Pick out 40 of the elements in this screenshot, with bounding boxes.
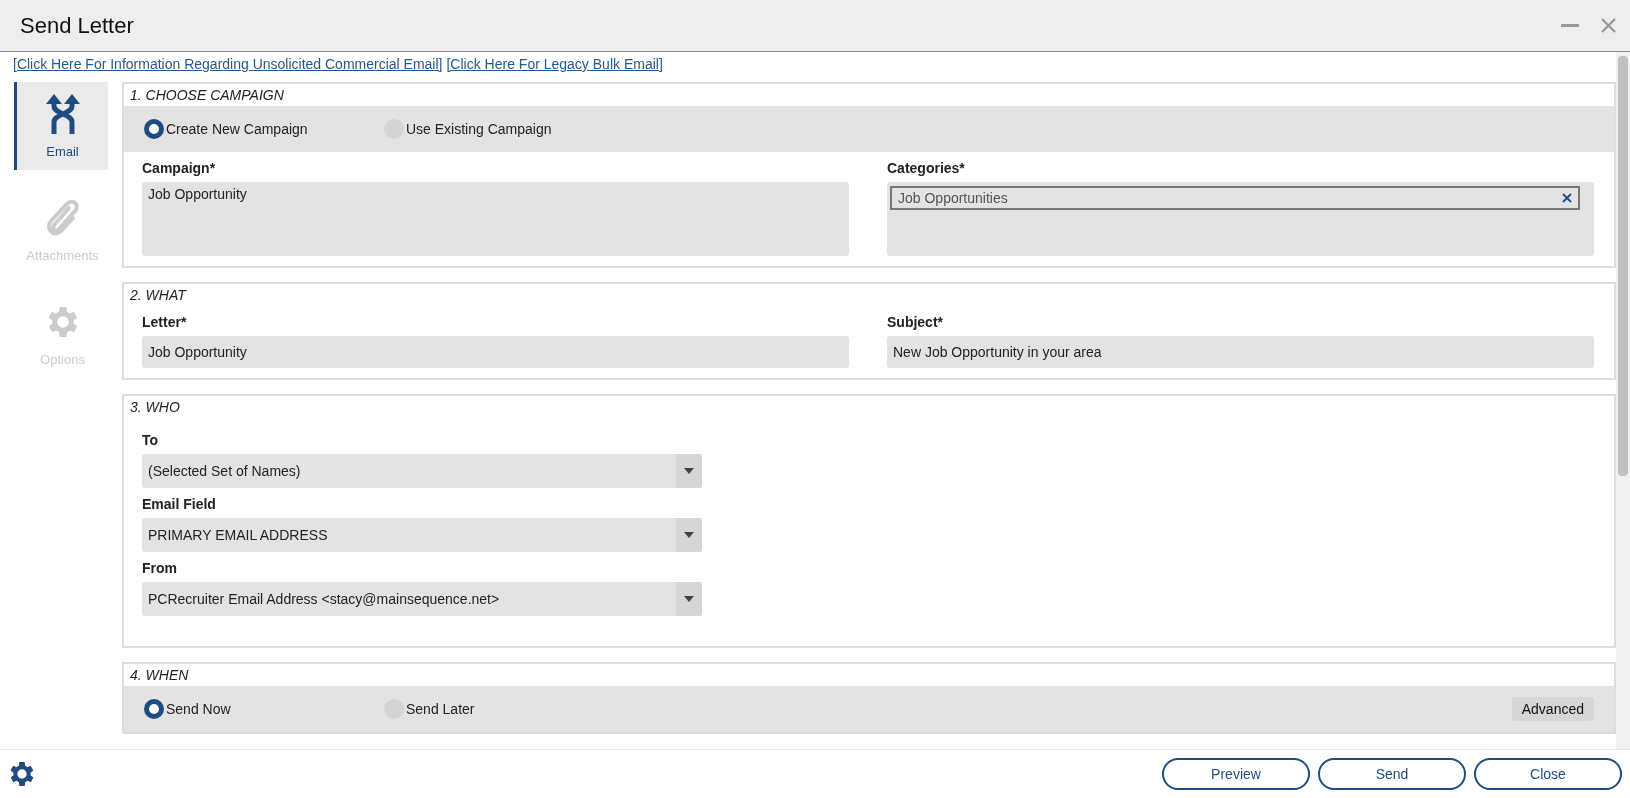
- section-heading: 3. WHO: [129, 398, 181, 417]
- radio-icon[interactable]: [144, 699, 164, 719]
- section-heading: 2. WHAT: [129, 286, 188, 305]
- paperclip-icon: [44, 197, 81, 238]
- merging-arrows-icon: [45, 93, 80, 134]
- caret-icon[interactable]: [684, 468, 694, 474]
- remove-icon[interactable]: [1562, 193, 1572, 203]
- field-label: Letter*: [142, 314, 188, 330]
- sidebar-item[interactable]: Email: [14, 82, 108, 170]
- dropdown[interactable]: (Selected Set of Names): [142, 454, 702, 488]
- section-heading: 1. CHOOSE CAMPAIGN: [129, 86, 285, 105]
- field-label: Email Field: [142, 496, 217, 512]
- footer-button[interactable]: Close: [1474, 758, 1622, 790]
- link[interactable]: [Click Here For Information Regarding Unsolicited Commercial Email]: [13, 56, 443, 72]
- radio-option[interactable]: Create New Campaign: [144, 119, 344, 139]
- categories-field[interactable]: Job Opportunities: [887, 182, 1594, 256]
- section-heading: 4. WHEN: [129, 666, 190, 685]
- window-title: Send Letter: [20, 12, 134, 39]
- dropdown[interactable]: PRIMARY EMAIL ADDRESS: [142, 518, 702, 552]
- field-label: Categories*: [887, 160, 966, 176]
- advanced-button[interactable]: Advanced: [1511, 697, 1594, 721]
- caret-icon[interactable]: [684, 532, 694, 538]
- category-tag[interactable]: Job Opportunities: [890, 186, 1580, 210]
- field-label: Campaign*: [142, 160, 217, 176]
- field-label: To: [142, 432, 160, 448]
- campaign-field[interactable]: Job Opportunity: [142, 182, 849, 256]
- field-label: From: [142, 560, 178, 576]
- field-label: Subject*: [887, 314, 944, 330]
- footer-button[interactable]: Send: [1318, 758, 1466, 790]
- text-field[interactable]: New Job Opportunity in your area: [887, 336, 1594, 368]
- caret-icon[interactable]: [684, 596, 694, 602]
- radio-option[interactable]: Send Later: [384, 699, 584, 719]
- text-field[interactable]: Job Opportunity: [142, 336, 849, 368]
- scrollbar-thumb[interactable]: [1618, 56, 1628, 476]
- link[interactable]: [Click Here For Legacy Bulk Email]: [446, 56, 663, 72]
- radio-option[interactable]: Send Now: [144, 699, 344, 719]
- footer-button[interactable]: Preview: [1162, 758, 1310, 790]
- radio-option[interactable]: Use Existing Campaign: [384, 119, 584, 139]
- dropdown[interactable]: PCRecruiter Email Address <stacy@mainsequence.net>: [142, 582, 702, 616]
- radio-icon[interactable]: [144, 119, 164, 139]
